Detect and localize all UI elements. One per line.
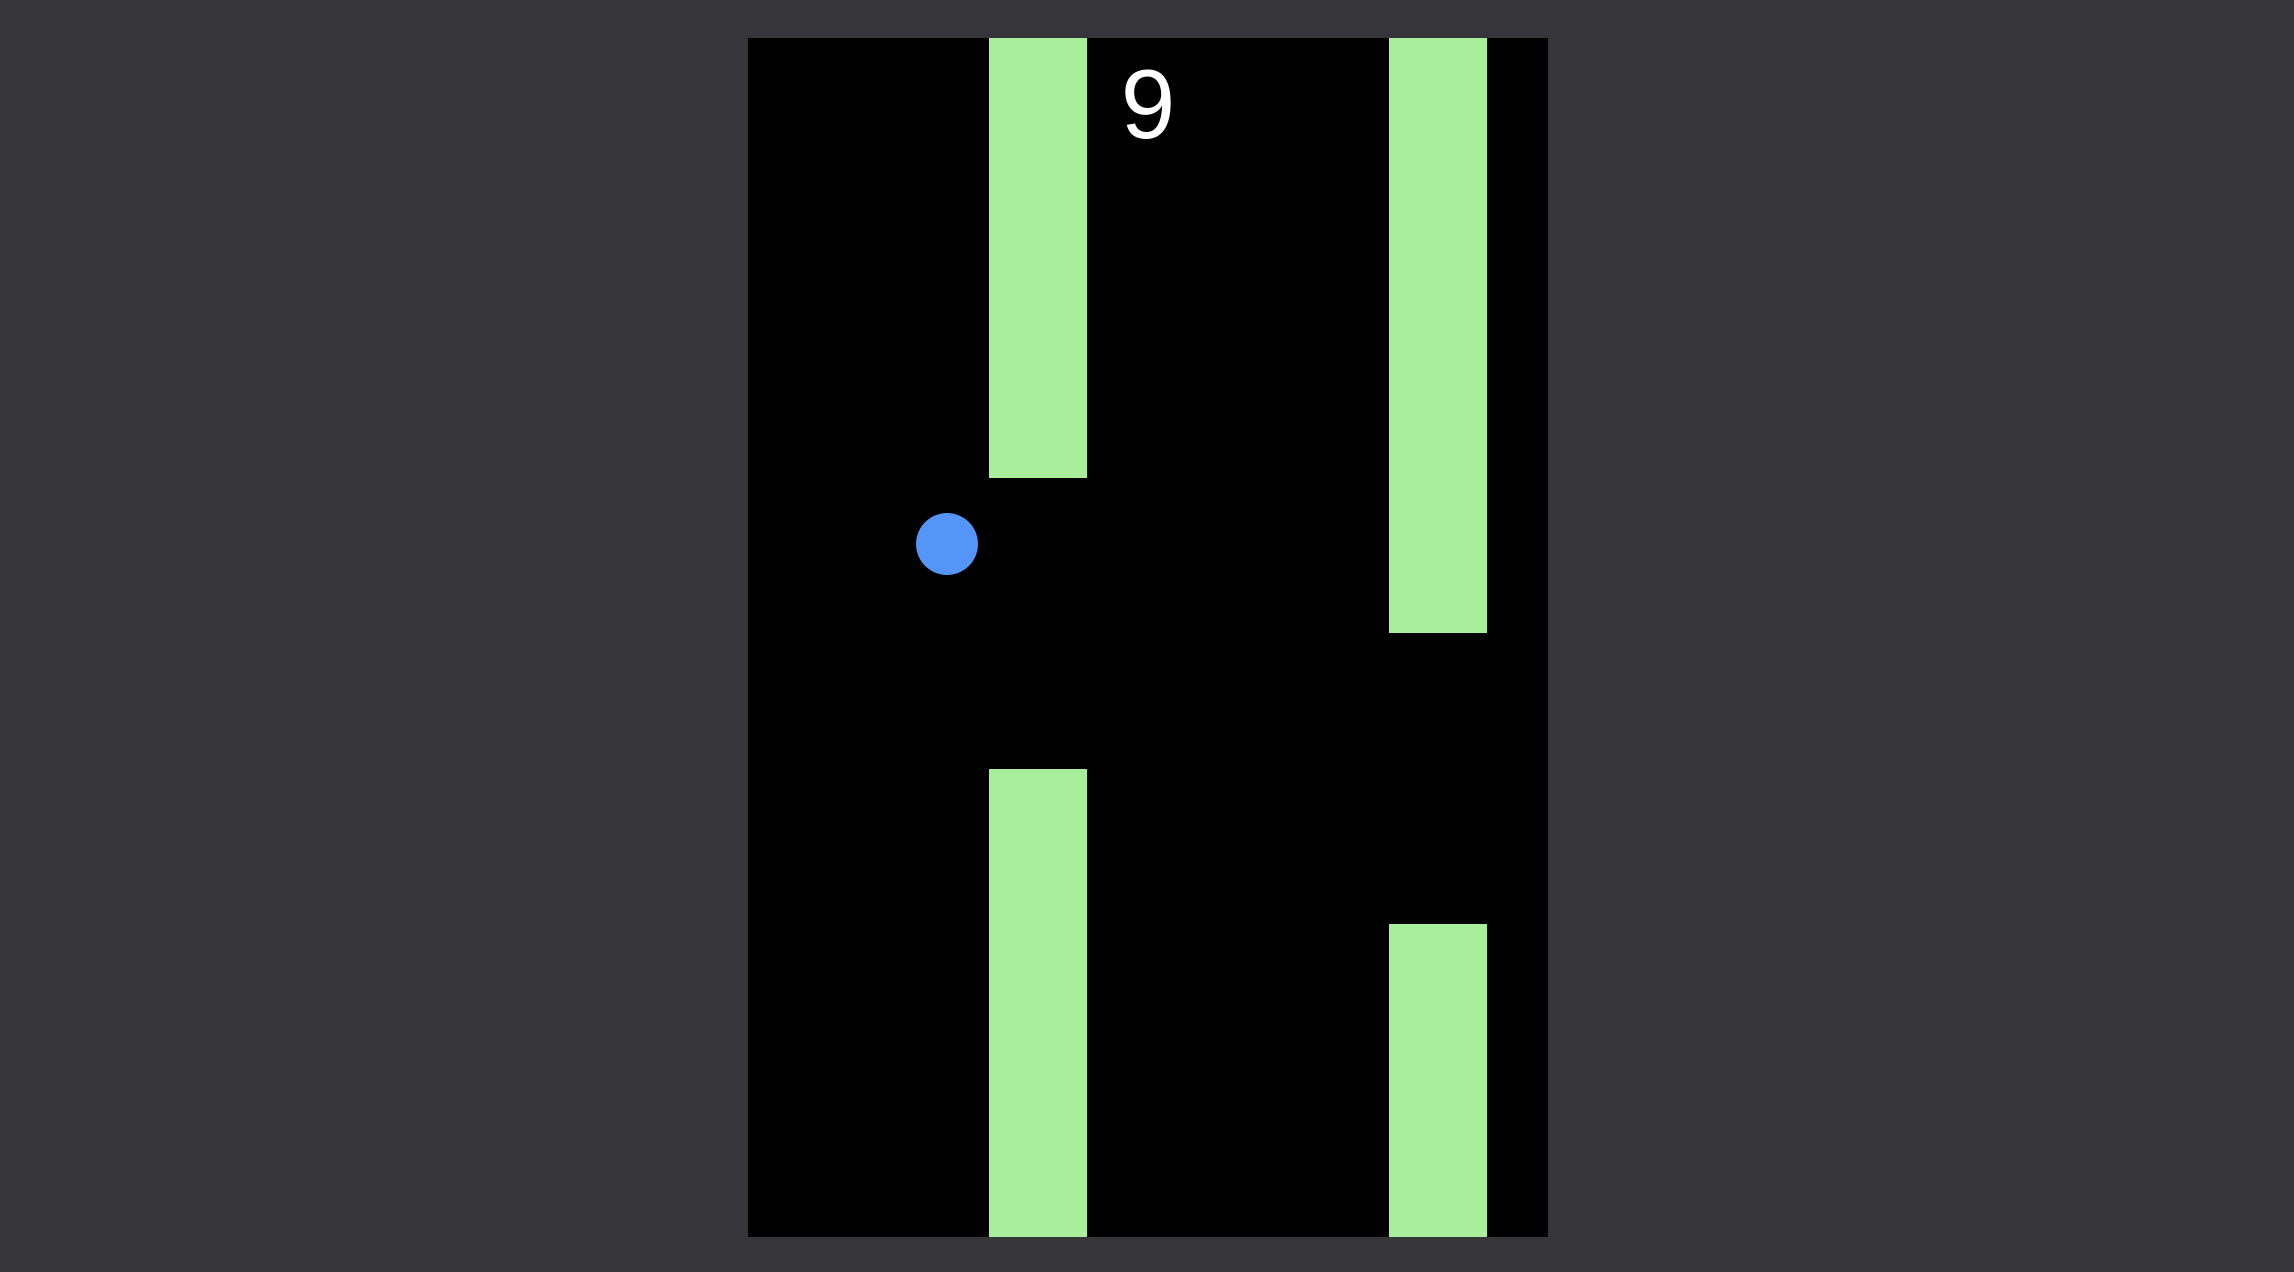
pipe-top bbox=[1389, 38, 1487, 633]
pipe-bottom bbox=[989, 769, 1087, 1237]
page: 9 bbox=[0, 0, 2294, 1272]
bird-ball bbox=[916, 513, 978, 575]
pipe-bottom bbox=[1389, 924, 1487, 1237]
game-canvas[interactable]: 9 bbox=[748, 38, 1548, 1237]
score-counter: 9 bbox=[1120, 49, 1176, 159]
